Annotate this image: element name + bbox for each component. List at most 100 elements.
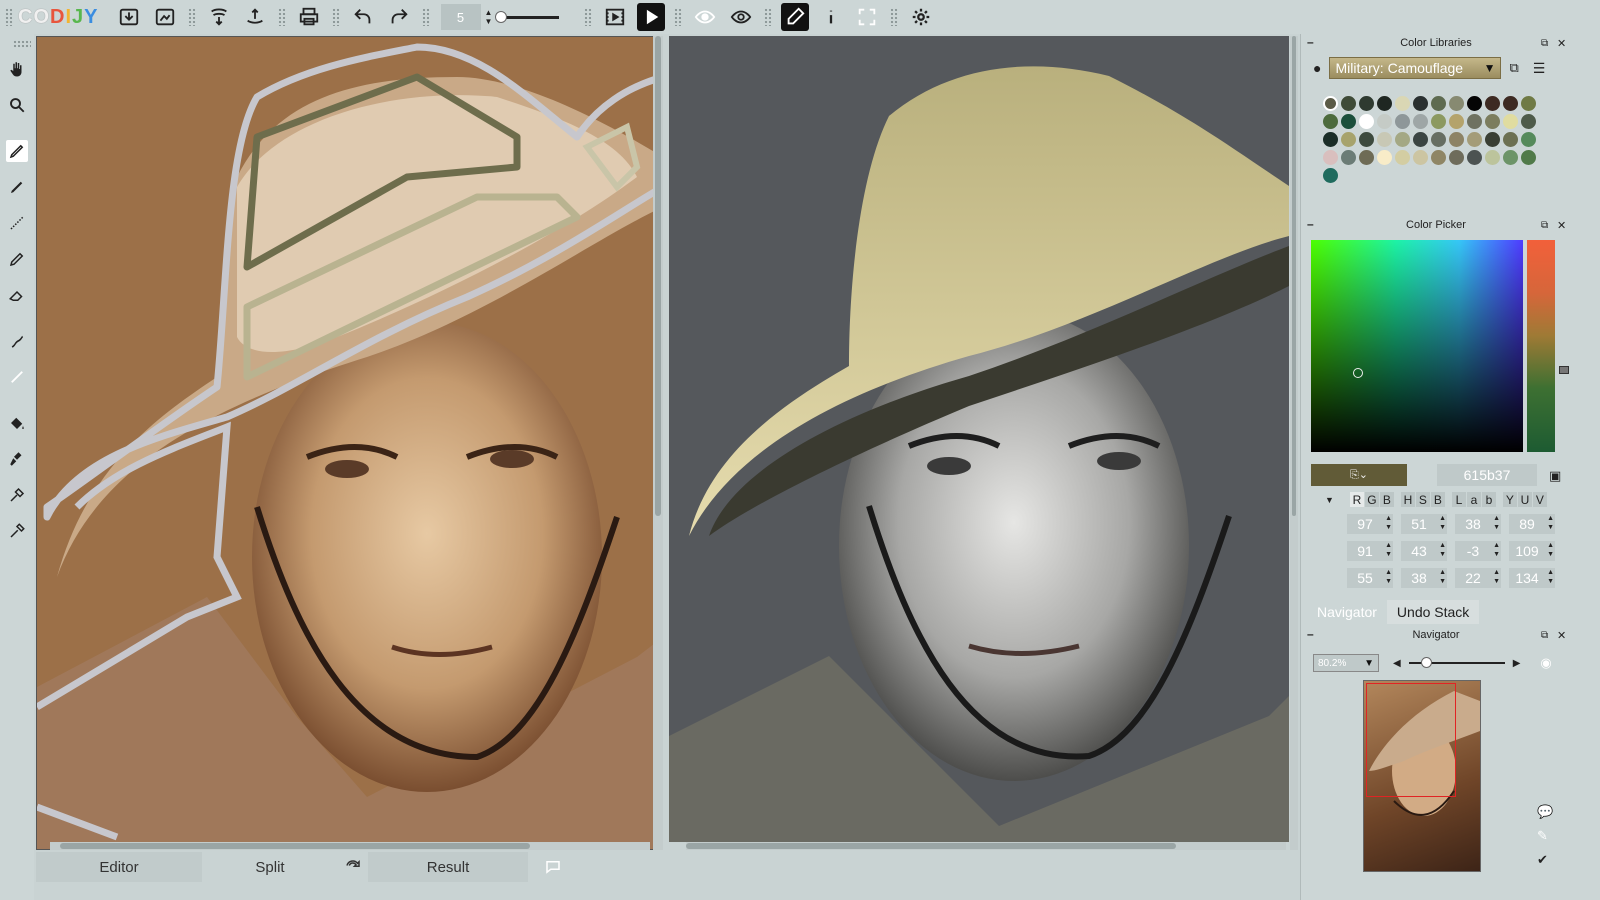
sidebar-grip[interactable] <box>13 40 31 48</box>
value-field[interactable]: 55 ▲ ▼ <box>1347 568 1393 588</box>
value-field[interactable]: 38 ▲ ▼ <box>1401 568 1447 588</box>
color-swatch[interactable] <box>1431 150 1446 165</box>
brush-size-field[interactable]: 5 <box>440 4 481 30</box>
saturation-value-square[interactable] <box>1311 240 1523 452</box>
color-swatch[interactable] <box>1359 114 1374 129</box>
result-vertical-scrollbar[interactable] <box>1290 36 1298 850</box>
preview-film-icon[interactable] <box>601 3 629 31</box>
color-swatch[interactable] <box>1341 114 1356 129</box>
color-pencil-icon[interactable] <box>6 140 28 162</box>
zoom-slider-knob[interactable] <box>1420 657 1432 668</box>
zoom-slider[interactable] <box>1408 657 1505 668</box>
eye-icon[interactable]: ◉ <box>1540 655 1551 671</box>
value-field[interactable]: 97 ▲ ▼ <box>1347 514 1393 534</box>
color-swatch[interactable] <box>1323 132 1338 147</box>
library-dropdown[interactable]: Military: Camouflage ▼ <box>1329 57 1502 79</box>
redo-icon[interactable] <box>385 3 413 31</box>
play-icon[interactable] <box>636 3 665 31</box>
tab-result[interactable]: Result <box>368 852 528 882</box>
color-swatch[interactable] <box>1449 114 1464 129</box>
value-field[interactable]: 89 ▲ ▼ <box>1509 514 1555 534</box>
scroll-thumb[interactable] <box>60 843 530 849</box>
color-swatch[interactable] <box>1359 132 1374 147</box>
float-panel-icon[interactable]: ⧉ <box>1541 630 1548 641</box>
tab-split[interactable]: Split <box>202 852 338 882</box>
float-panel-icon[interactable]: ⧉ <box>1541 38 1548 49</box>
toolbar-grip[interactable] <box>5 8 13 26</box>
screen-picker-icon[interactable]: ▣ <box>1549 468 1561 484</box>
load-markup-icon[interactable] <box>205 3 233 31</box>
settings-gear-icon[interactable] <box>907 3 935 31</box>
color-swatch[interactable] <box>1359 150 1374 165</box>
color-swatch[interactable] <box>1341 96 1356 111</box>
color-swatch[interactable] <box>1503 114 1518 129</box>
value-field[interactable]: 38 ▲ ▼ <box>1455 514 1501 534</box>
zoom-magnifier-icon[interactable] <box>6 94 28 116</box>
color-swatch[interactable] <box>1431 132 1446 147</box>
info-icon[interactable] <box>817 3 845 31</box>
stroke-style-icon[interactable] <box>6 330 28 352</box>
dotted-brush-icon[interactable] <box>6 212 28 234</box>
scroll-thumb[interactable] <box>1292 36 1296 516</box>
color-swatch[interactable] <box>1467 150 1482 165</box>
color-swatch[interactable] <box>1431 114 1446 129</box>
color-swatch[interactable] <box>1467 114 1482 129</box>
eraser-icon[interactable] <box>6 284 28 306</box>
mode-g[interactable]: G <box>1364 492 1379 507</box>
eyedropper-icon[interactable] <box>6 520 28 542</box>
mode-bright[interactable]: B <box>1430 492 1445 507</box>
mode-a[interactable]: a <box>1466 492 1481 507</box>
mode-h[interactable]: H <box>1400 492 1415 507</box>
zoom-dropdown[interactable]: 80.2% ▼ <box>1313 654 1379 672</box>
tab-editor[interactable]: Editor <box>36 852 202 882</box>
pen-edit-icon[interactable] <box>780 3 809 31</box>
value-field[interactable]: -3 ▲ ▼ <box>1455 541 1501 561</box>
color-swatch[interactable] <box>1377 96 1392 111</box>
color-swatch[interactable] <box>1485 132 1500 147</box>
close-icon[interactable]: ✕ <box>1557 629 1566 642</box>
color-swatch[interactable] <box>1449 150 1464 165</box>
comment-icon[interactable]: 💬 <box>1537 804 1553 820</box>
color-swatch[interactable] <box>1503 132 1518 147</box>
pencil-icon[interactable]: ✎ <box>1537 828 1553 844</box>
color-swatch[interactable] <box>1521 132 1536 147</box>
color-swatch[interactable] <box>1485 114 1500 129</box>
brush-size-stepper[interactable]: ▲ ▼ <box>485 8 495 26</box>
mode-r[interactable]: R <box>1349 492 1364 507</box>
color-swatch[interactable] <box>1359 96 1374 111</box>
eye-icon[interactable] <box>691 3 719 31</box>
checkmark-icon[interactable]: ✔ <box>1537 852 1553 868</box>
color-swatch[interactable] <box>1341 150 1356 165</box>
mode-u[interactable]: U <box>1517 492 1532 507</box>
color-swatch[interactable] <box>1521 96 1536 111</box>
color-swatch[interactable] <box>1395 132 1410 147</box>
picker-cursor[interactable] <box>1353 368 1363 378</box>
color-swatch[interactable] <box>1467 132 1482 147</box>
close-icon[interactable]: ✕ <box>1557 37 1566 50</box>
value-field[interactable]: 109 ▲ ▼ <box>1509 541 1555 561</box>
value-field[interactable]: 91 ▲ ▼ <box>1347 541 1393 561</box>
editor-vertical-scrollbar[interactable] <box>653 36 663 850</box>
collapse-triangle-icon[interactable]: ▼ <box>1325 495 1334 505</box>
hand-pan-icon[interactable] <box>6 58 28 80</box>
color-swatch[interactable] <box>1467 96 1482 111</box>
value-field[interactable]: 43 ▲ ▼ <box>1401 541 1447 561</box>
color-swatch[interactable] <box>1377 150 1392 165</box>
color-swatch[interactable] <box>1449 132 1464 147</box>
result-horizontal-scrollbar[interactable] <box>686 842 1286 850</box>
color-swatch[interactable] <box>1323 150 1338 165</box>
float-panel-icon[interactable]: ⧉ <box>1541 220 1548 231</box>
color-swatch[interactable] <box>1413 132 1428 147</box>
palette-icon[interactable]: ● <box>1313 60 1321 76</box>
line-tool-icon[interactable] <box>6 366 28 388</box>
slider-knob[interactable] <box>494 10 507 23</box>
import-icon[interactable] <box>115 3 143 31</box>
value-field[interactable]: 22 ▲ ▼ <box>1455 568 1501 588</box>
tab-undo-stack[interactable]: Undo Stack <box>1386 600 1480 624</box>
color-swatch[interactable] <box>1521 150 1536 165</box>
color-swatch[interactable] <box>1323 114 1338 129</box>
mode-y[interactable]: Y <box>1502 492 1517 507</box>
menu-list-icon[interactable]: ☰ <box>1533 60 1546 77</box>
comment-icon[interactable] <box>528 852 578 882</box>
undo-icon[interactable] <box>349 3 377 31</box>
